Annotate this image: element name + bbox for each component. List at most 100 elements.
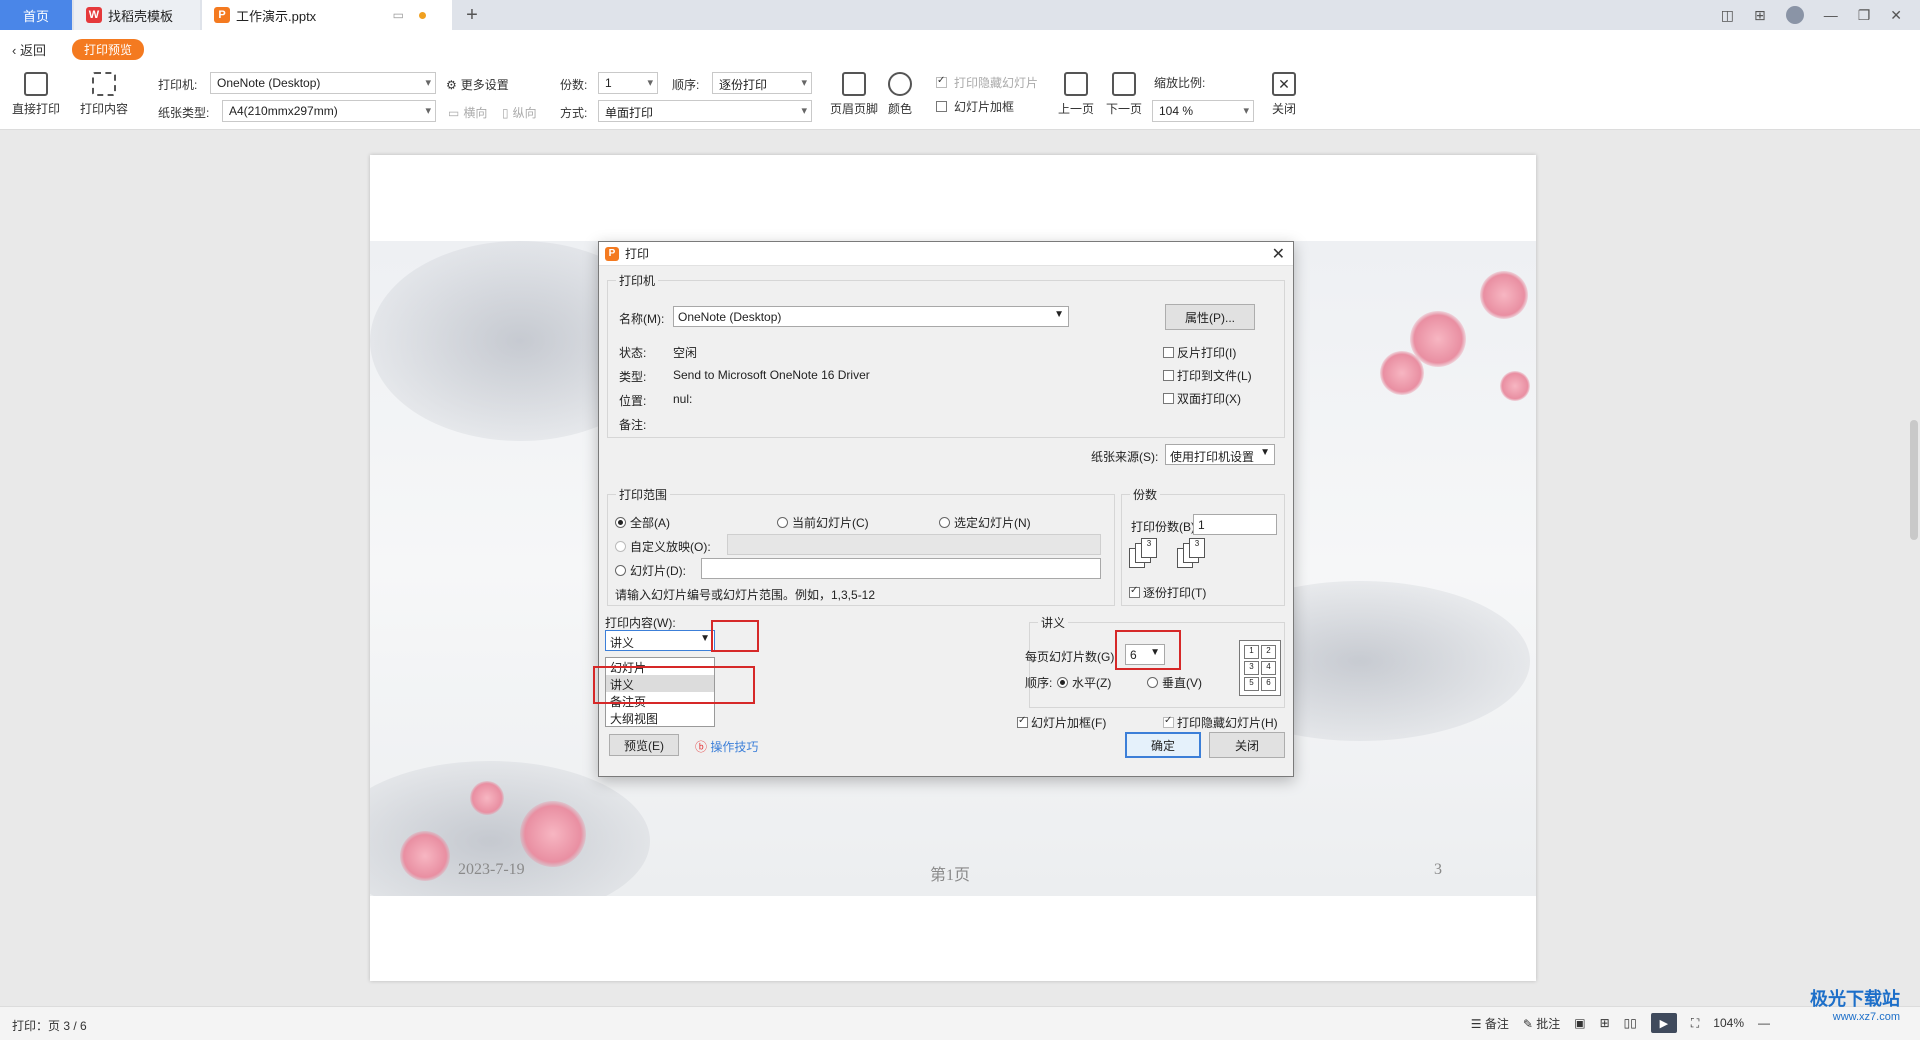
duplex-checkbox[interactable]: 双面打印(X) [1163, 390, 1241, 407]
range-current-label: 当前幻灯片(C) [792, 516, 869, 530]
prev-page-icon [1064, 72, 1088, 96]
paper-type-select[interactable]: A4(210mmx297mm) [222, 100, 436, 122]
color-button[interactable]: 颜色 [888, 72, 912, 117]
blossom-decoration [1380, 351, 1424, 395]
zoom-select[interactable]: 104 % [1152, 100, 1254, 122]
print-to-file-checkbox[interactable]: 打印到文件(L) [1163, 367, 1252, 384]
close-preview-button[interactable]: ✕ 关闭 [1272, 72, 1296, 117]
slide-frame-checkbox[interactable]: 幻灯片加框 [936, 98, 1014, 115]
checkbox-icon [1017, 715, 1028, 728]
print-hidden-checkbox[interactable]: 打印隐藏幻灯片 [936, 74, 1038, 91]
range-current-radio[interactable]: 当前幻灯片(C) [777, 514, 869, 531]
radio-icon [1057, 677, 1068, 688]
dialog-copies-stepper[interactable]: 1 [1193, 514, 1277, 535]
next-page-label: 下一页 [1106, 102, 1143, 116]
landscape-button[interactable]: ▭ 横向 [448, 104, 487, 121]
type-value: Send to Microsoft OneNote 16 Driver [673, 368, 870, 382]
order-select[interactable]: 逐份打印 [712, 72, 812, 94]
prev-page-button[interactable]: 上一页 [1058, 72, 1094, 117]
range-all-radio[interactable]: 全部(A) [615, 514, 670, 531]
copies-group-title: 份数 [1130, 486, 1161, 503]
tab-daoke-label: 找稻壳模板 [108, 8, 174, 24]
method-select[interactable]: 单面打印 [598, 100, 812, 122]
reading-view-icon[interactable]: ▯▯ [1624, 1016, 1637, 1030]
range-selected-radio[interactable]: 选定幻灯片(N) [939, 514, 1031, 531]
status-zoom-value[interactable]: 104% [1713, 1016, 1744, 1030]
paper-source-select[interactable]: 使用打印机设置 ▼ [1165, 444, 1275, 465]
next-page-button[interactable]: 下一页 [1106, 72, 1142, 117]
play-slideshow-button[interactable]: ▶ [1650, 1013, 1677, 1033]
tab-daoke-template[interactable]: W 找稻壳模板 [74, 0, 200, 30]
order-vertical-radio[interactable]: 垂直(V) [1147, 674, 1202, 691]
frame-slides-label: 幻灯片加框(F) [1031, 716, 1107, 730]
range-custom-label: 自定义放映(O): [630, 540, 711, 554]
comments-button[interactable]: ✎ 批注 [1523, 1015, 1560, 1032]
printer-select[interactable]: OneNote (Desktop) [210, 72, 436, 94]
frame-slides-checkbox[interactable]: 幻灯片加框(F) [1017, 714, 1106, 731]
order-horizontal-radio[interactable]: 水平(Z) [1057, 674, 1111, 691]
dialog-close-button[interactable]: 关闭 [1209, 732, 1285, 758]
comment-icon: ✎ [1522, 1016, 1537, 1031]
tab-bar: 首页 W 找稻壳模板 P 工作演示.pptx ▭ + ◫ ⊞ — ❐ ✕ [0, 0, 1920, 30]
fit-window-icon[interactable]: ⛶ [1691, 1016, 1699, 1031]
range-slides-radio[interactable]: 幻灯片(D): [615, 562, 686, 579]
layout-icon[interactable]: ◫ [1721, 7, 1734, 24]
handout-order-label: 顺序: [1025, 676, 1053, 690]
slide-date: 2023-7-19 [458, 861, 525, 878]
direct-print-button[interactable]: 直接打印 [12, 72, 60, 117]
highlight-box [1115, 630, 1181, 670]
tips-link[interactable]: ⓑ 操作技巧 [695, 738, 758, 755]
gear-icon: ⚙ [446, 77, 457, 92]
range-custom-radio[interactable]: 自定义放映(O): [615, 538, 711, 555]
printer-properties-button[interactable]: 属性(P)... [1165, 304, 1255, 330]
location-label: 位置: [619, 394, 647, 408]
landscape-label: 横向 [463, 106, 488, 120]
back-button[interactable]: ‹ 返回 [12, 40, 46, 59]
reverse-print-checkbox[interactable]: 反片打印(I) [1163, 344, 1236, 361]
copies-stepper[interactable]: 1 [598, 72, 658, 94]
close-icon: ✕ [1272, 72, 1296, 96]
dropdown-arrow-icon: ▼ [1054, 309, 1064, 320]
sorter-view-icon[interactable]: ⊞ [1600, 1016, 1610, 1030]
minimize-icon[interactable]: — [1824, 7, 1838, 23]
direct-print-label: 直接打印 [12, 102, 61, 116]
ok-button[interactable]: 确定 [1125, 732, 1201, 758]
range-hint: 请输入幻灯片编号或幻灯片范围。例如，1,3,5-12 [615, 588, 876, 602]
zoom-out-icon[interactable]: — [1758, 1016, 1770, 1030]
normal-view-icon[interactable]: ▣ [1574, 1016, 1585, 1030]
portrait-button[interactable]: ▯ 纵向 [502, 104, 537, 121]
new-tab-button[interactable]: + [460, 0, 484, 30]
avatar[interactable] [1785, 6, 1804, 24]
landscape-icon: ▭ [448, 105, 460, 120]
printer-name-select[interactable]: OneNote (Desktop) ▼ [673, 306, 1069, 327]
dropdown-arrow-icon: ▼ [700, 633, 710, 644]
dropdown-option-outline[interactable]: 大纲视图 [606, 709, 714, 726]
daoke-icon: W [86, 7, 102, 23]
close-window-icon[interactable]: ✕ [1890, 7, 1902, 24]
tab-home[interactable]: 首页 [0, 0, 72, 30]
tab-document[interactable]: P 工作演示.pptx ▭ [202, 0, 452, 30]
portrait-icon: ▯ [502, 105, 509, 120]
order-horizontal-label: 水平(Z) [1072, 676, 1112, 690]
dialog-close-icon[interactable]: ✕ [1272, 244, 1285, 264]
comment-label: 备注: [619, 418, 647, 432]
dialog-copies-label: 打印份数(B): [1131, 520, 1199, 534]
custom-show-select[interactable] [727, 534, 1101, 555]
monitor-icon[interactable]: ▭ [393, 8, 404, 22]
restore-icon[interactable]: ❐ [1858, 7, 1871, 24]
vertical-scrollbar[interactable] [1910, 420, 1918, 540]
dialog-print-hidden-checkbox[interactable]: 打印隐藏幻灯片(H) [1163, 714, 1278, 731]
header-footer-button[interactable]: 页眉页脚 [830, 72, 878, 117]
print-content-button[interactable]: 打印内容 [80, 72, 128, 117]
slide-range-input[interactable] [701, 558, 1101, 579]
grid-icon[interactable]: ⊞ [1754, 7, 1766, 24]
radio-icon [615, 517, 626, 528]
collate-checkbox[interactable]: 逐份打印(T) [1129, 584, 1206, 601]
printer-name-label: 名称(M): [619, 312, 665, 326]
print-content-select[interactable]: 讲义 ▼ [605, 630, 715, 651]
notes-button[interactable]: ☰ 备注 [1471, 1015, 1509, 1032]
dialog-title: 打印 [625, 247, 650, 261]
more-settings-button[interactable]: ⚙ 更多设置 [446, 76, 509, 93]
preview-button[interactable]: 预览(E) [609, 734, 679, 756]
watermark-brand: 极光下载站 [1810, 989, 1900, 1009]
